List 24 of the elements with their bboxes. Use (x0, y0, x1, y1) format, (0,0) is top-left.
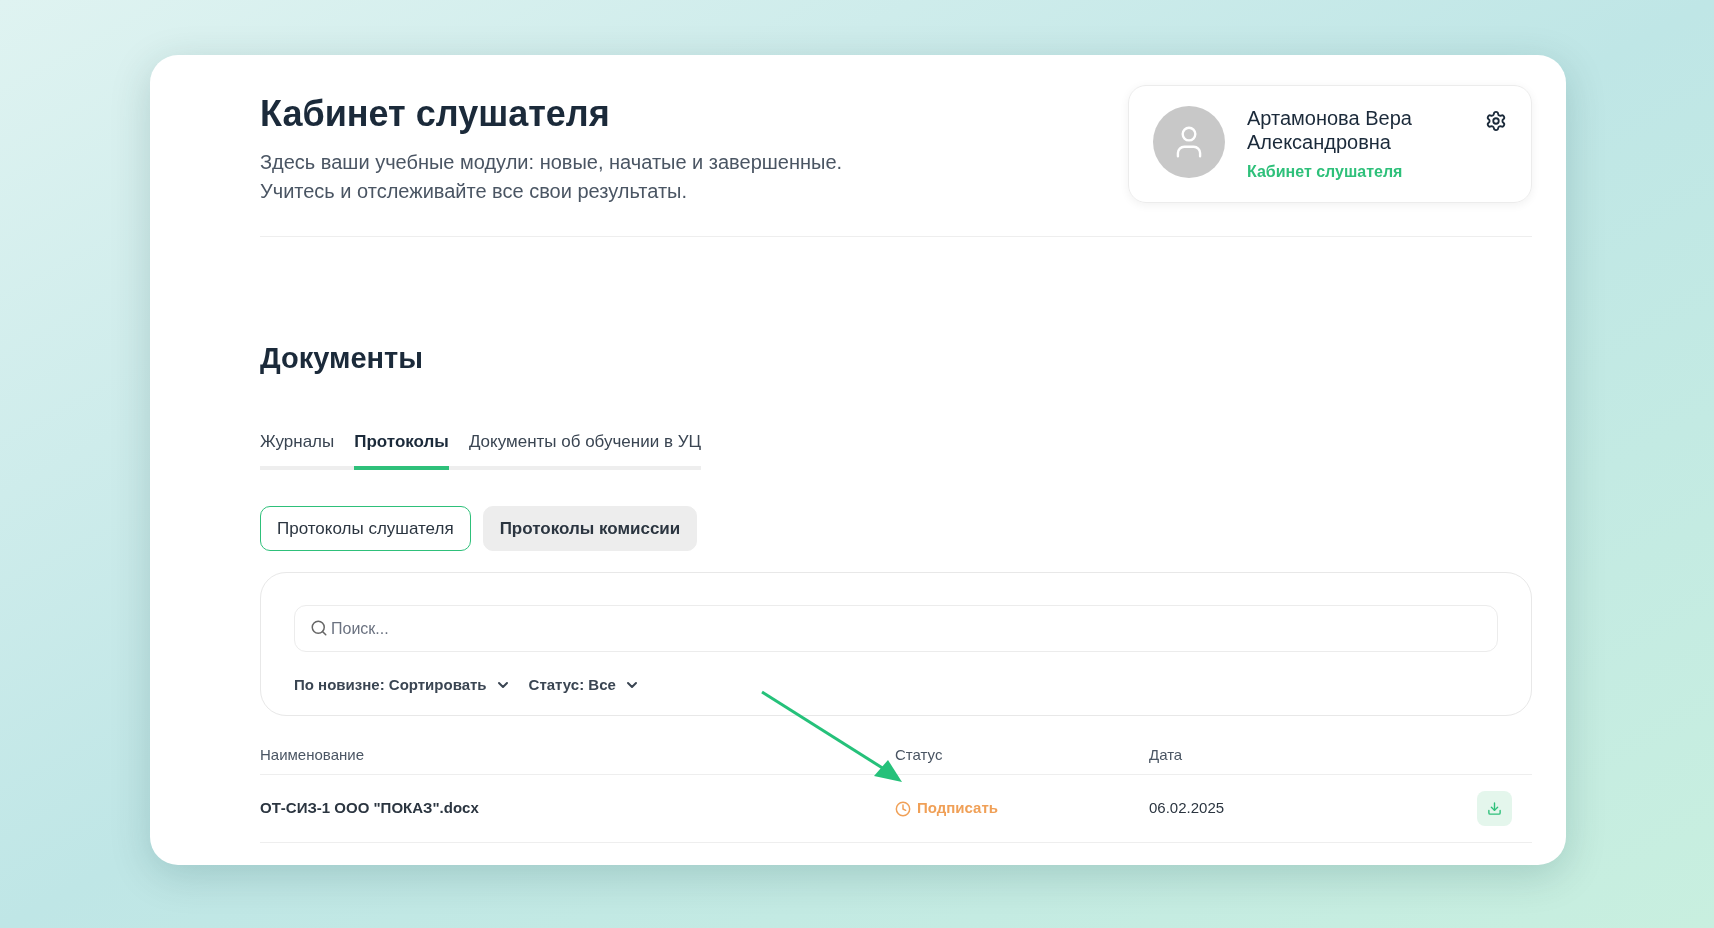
table-cell-text: 06.02.2025 (1149, 798, 1226, 819)
tab[interactable]: Документы об обучении в УЦ (468, 428, 702, 470)
tab[interactable]: Протоколы (354, 428, 449, 470)
user-name: Александровна (1247, 130, 1392, 154)
column-header: Наименование (260, 744, 365, 765)
page-title: Кабинет слушателя (260, 92, 611, 136)
column-header: Статус (895, 744, 944, 765)
table-cell-text: ОТ-СИЗ-1 ООО "ПОКАЗ".docx (260, 798, 480, 819)
subtitle-text: Здесь ваши учебные модули: новые, начатые и завершенные. (260, 150, 843, 175)
download-icon (1487, 801, 1502, 816)
column-header: Дата (1149, 744, 1184, 765)
section-title: Документы (260, 341, 425, 376)
search-icon (310, 619, 328, 637)
search-field[interactable]: Поиск... (294, 605, 1498, 652)
filter-tab[interactable]: Протоколы слушателя (260, 506, 471, 551)
clock-icon (895, 800, 911, 817)
subtitle-text: Учитесь и отслеживайте все свои результаты. (260, 179, 688, 204)
settings-icon[interactable] (1485, 110, 1507, 132)
status-label: Подписать (895, 797, 1149, 820)
user-name: Артамонова Вера (1247, 106, 1413, 130)
tab[interactable]: Журналы (260, 428, 335, 470)
filter-tab[interactable]: Протоколы комиссии (482, 506, 698, 551)
filter-dropdown[interactable]: По новизне: Сортировать (294, 674, 511, 697)
filter-dropdown[interactable]: Статус: Все (528, 674, 640, 697)
